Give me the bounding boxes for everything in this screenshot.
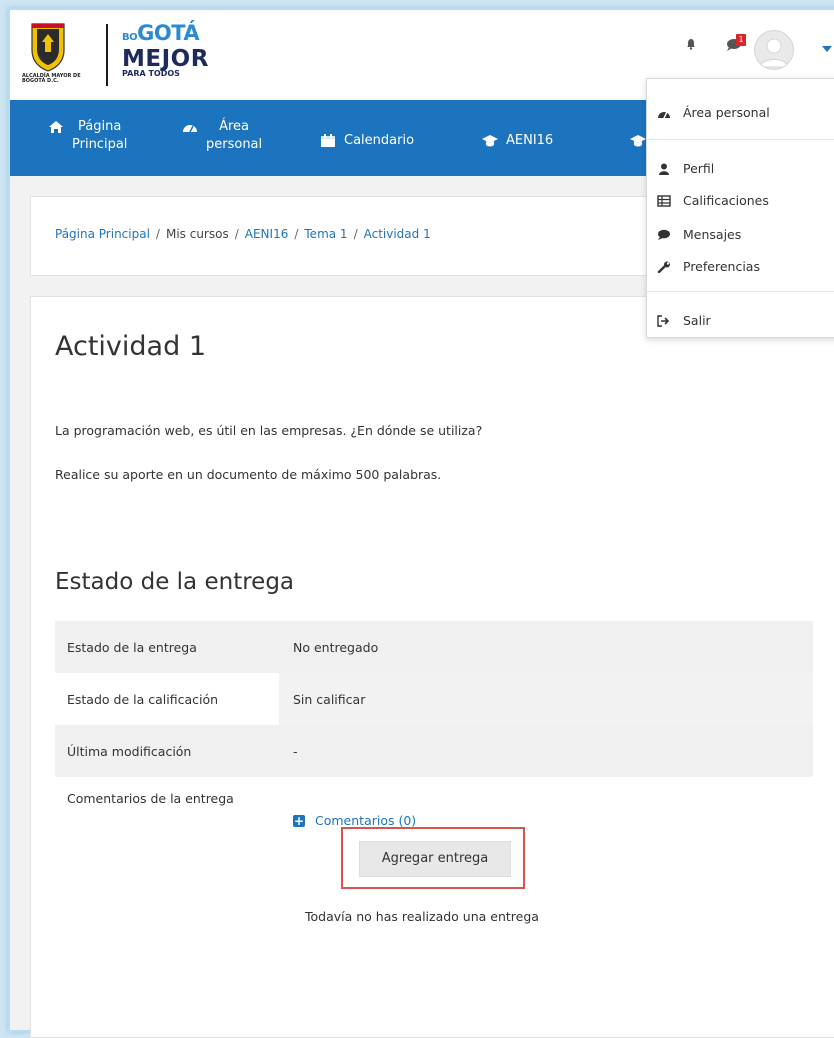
bell-icon[interactable] bbox=[686, 38, 696, 50]
nav-calendar-label: Calendario bbox=[344, 133, 415, 148]
row-value: Sin calificar bbox=[279, 673, 813, 725]
graduation-cap-icon bbox=[482, 135, 498, 147]
user-silhouette-icon bbox=[759, 38, 789, 68]
notification-badge: 1 bbox=[736, 34, 746, 46]
bogota-crest-logo bbox=[31, 23, 65, 72]
table-row: Última modificación - bbox=[55, 725, 813, 777]
activity-description-1: La programación web, es útil en las empr… bbox=[55, 423, 483, 438]
page-title: Actividad 1 bbox=[55, 331, 206, 362]
user-menu-dropdown: Área personal Perfil Calificaciones Mens… bbox=[646, 78, 834, 338]
breadcrumb-separator: / bbox=[353, 227, 358, 241]
brand-line1: GOTÁ bbox=[137, 21, 200, 45]
messages-icon[interactable]: 1 bbox=[726, 34, 748, 54]
chevron-down-icon[interactable] bbox=[822, 46, 832, 52]
home-icon bbox=[49, 121, 63, 133]
table-icon bbox=[657, 194, 671, 207]
nav-course-label: AENI16 bbox=[506, 133, 554, 148]
nav-dashboard-line2: personal bbox=[206, 137, 263, 152]
menu-divider bbox=[647, 139, 834, 140]
submission-note: Todavía no has realizado una entrega bbox=[305, 909, 539, 924]
menu-divider bbox=[647, 291, 834, 292]
sign-out-icon bbox=[657, 314, 670, 327]
nav-item-dashboard[interactable]: Área personal bbox=[182, 118, 262, 154]
menu-item-messages[interactable]: Mensajes bbox=[657, 227, 741, 242]
menu-item-label: Perfil bbox=[683, 161, 715, 176]
breadcrumb: Página Principal / Mis cursos / AENI16 / Tema … bbox=[55, 227, 431, 241]
row-value: - bbox=[293, 743, 298, 759]
table-row: Estado de la entrega No entregado bbox=[55, 621, 813, 673]
breadcrumb-my-courses: Mis cursos bbox=[165, 227, 229, 241]
brand-line1-prefix: BO bbox=[122, 32, 138, 43]
menu-item-grades[interactable]: Calificaciones bbox=[657, 193, 769, 208]
breadcrumb-separator: / bbox=[234, 227, 239, 241]
submission-status-title: Estado de la entrega bbox=[55, 569, 295, 595]
nav-item-calendar[interactable]: Calendario bbox=[320, 132, 414, 150]
table-row: Estado de la calificación Sin calificar bbox=[55, 673, 813, 725]
plus-square-icon: + bbox=[293, 813, 305, 828]
breadcrumb-separator: / bbox=[155, 227, 160, 241]
chat-bubble-icon bbox=[658, 229, 670, 240]
comments-link[interactable]: + Comentarios (0) bbox=[279, 777, 813, 828]
menu-item-label: Mensajes bbox=[683, 227, 742, 242]
submission-status-table: Estado de la entrega No entregado Estado… bbox=[55, 621, 813, 847]
row-label: Comentarios de la entrega bbox=[67, 791, 234, 806]
menu-item-label: Calificaciones bbox=[683, 193, 769, 208]
breadcrumb-activity[interactable]: Actividad 1 bbox=[364, 227, 431, 241]
menu-item-logout[interactable]: Salir bbox=[657, 313, 711, 328]
nav-item-course[interactable]: AENI16 bbox=[482, 132, 553, 150]
activity-description-2: Realice su aporte en un documento de máx… bbox=[55, 467, 442, 482]
menu-item-label: Salir bbox=[683, 313, 711, 328]
breadcrumb-home[interactable]: Página Principal bbox=[55, 227, 150, 241]
menu-item-profile[interactable]: Perfil bbox=[657, 161, 714, 176]
brand-line2: MEJOR bbox=[122, 46, 209, 72]
user-icon bbox=[659, 163, 669, 175]
row-label: Última modificación bbox=[67, 743, 192, 759]
row-label: Estado de la calificación bbox=[67, 691, 219, 707]
menu-item-label: Preferencias bbox=[683, 259, 760, 274]
nav-home-line1: Página bbox=[78, 119, 122, 134]
nav-home-line2: Principal bbox=[72, 137, 128, 152]
browser-frame: ALCALDÍA MAYOR DE BOGOTÁ D.C. BOGOTÁ MEJ… bbox=[10, 10, 834, 1038]
breadcrumb-topic[interactable]: Tema 1 bbox=[304, 227, 347, 241]
menu-item-preferences[interactable]: Preferencias bbox=[657, 259, 760, 274]
row-value: No entregado bbox=[293, 639, 379, 655]
wrench-icon bbox=[657, 261, 670, 273]
menu-item-label: Área personal bbox=[683, 105, 770, 120]
menu-item-dashboard[interactable]: Área personal bbox=[657, 105, 770, 120]
bogota-brand-logo: BOGOTÁ MEJOR PARA TODOS bbox=[122, 22, 209, 78]
graduation-cap-icon[interactable] bbox=[630, 134, 646, 148]
user-avatar[interactable] bbox=[754, 30, 794, 70]
highlight-box: Agregar entrega bbox=[341, 827, 525, 889]
breadcrumb-course[interactable]: AENI16 bbox=[245, 227, 289, 241]
add-submission-button[interactable]: Agregar entrega bbox=[359, 841, 511, 877]
comments-link-label: Comentarios (0) bbox=[315, 813, 417, 828]
nav-item-home[interactable]: Página Principal bbox=[48, 118, 127, 154]
activity-card: Actividad 1 La programación web, es útil… bbox=[30, 296, 834, 1038]
dashboard-icon bbox=[183, 125, 197, 133]
nav-dashboard-line1: Área bbox=[219, 119, 250, 134]
logo-divider bbox=[106, 24, 108, 86]
crest-caption: ALCALDÍA MAYOR DE BOGOTÁ D.C. bbox=[22, 73, 81, 84]
dashboard-icon bbox=[658, 111, 670, 118]
breadcrumb-separator: / bbox=[294, 227, 299, 241]
row-label: Estado de la entrega bbox=[67, 639, 197, 655]
calendar-icon bbox=[321, 134, 335, 147]
